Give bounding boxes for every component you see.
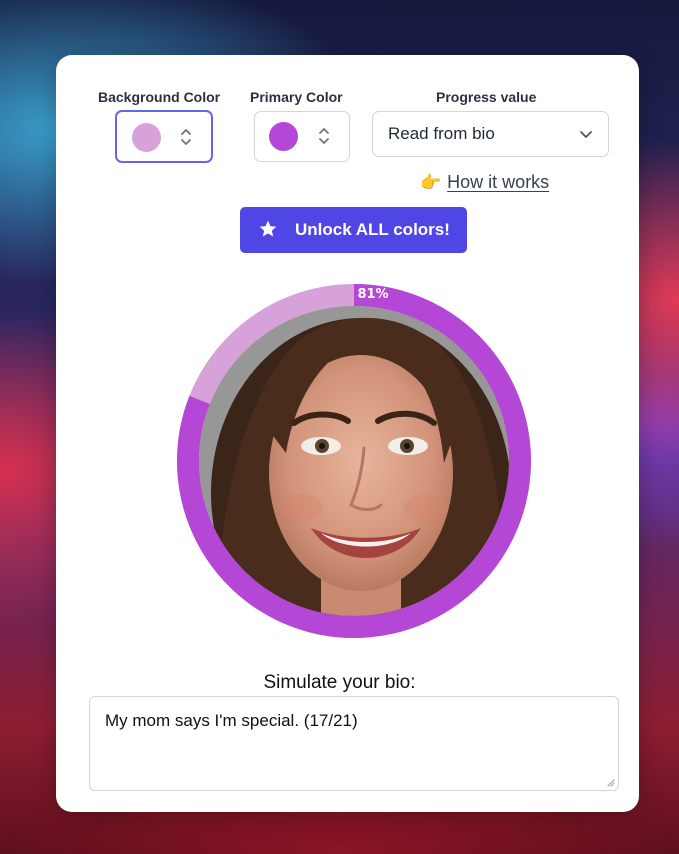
pointing-hand-icon: 👉 xyxy=(420,173,442,192)
resize-grip-icon[interactable] xyxy=(605,777,615,787)
simulate-bio-label: Simulate your bio: xyxy=(263,672,416,693)
primary-color-label: Primary Color xyxy=(250,89,343,105)
unlock-all-colors-button[interactable]: Unlock ALL colors! xyxy=(240,207,467,253)
unlock-button-label: Unlock ALL colors! xyxy=(295,220,450,239)
how-it-works-link[interactable]: 👉 How it works xyxy=(420,172,549,193)
primary-color-picker[interactable] xyxy=(254,111,350,162)
background-color-label: Background Color xyxy=(98,89,221,105)
bio-text-value: My mom says I'm special. (17/21) xyxy=(105,711,358,730)
updown-chevron-icon xyxy=(181,129,191,145)
progress-percent-label: 81% xyxy=(357,287,388,302)
avatar-ring-svg: 81% xyxy=(177,284,531,638)
how-it-works-text: How it works xyxy=(447,172,550,192)
updown-chevron-icon xyxy=(319,128,329,144)
avatar-progress-ring: 81% xyxy=(176,283,532,639)
star-icon xyxy=(259,220,277,237)
chevron-down-icon xyxy=(580,131,592,138)
primary-color-swatch xyxy=(269,122,298,151)
progress-value-selected: Read from bio xyxy=(388,124,495,143)
background-color-picker[interactable] xyxy=(115,110,213,163)
progress-value-select[interactable]: Read from bio xyxy=(372,111,609,157)
bio-textarea[interactable]: My mom says I'm special. (17/21) xyxy=(89,696,619,791)
background-color-swatch xyxy=(132,123,161,152)
progress-value-label: Progress value xyxy=(436,89,537,105)
